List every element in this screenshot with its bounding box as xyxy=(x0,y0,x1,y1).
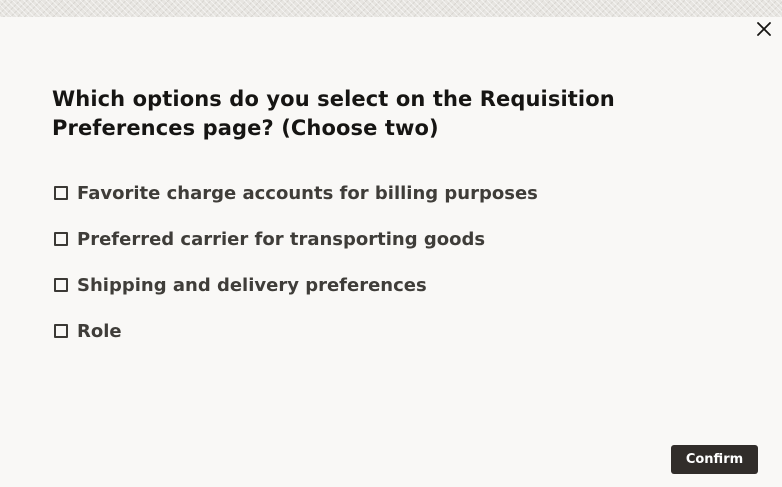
checkbox[interactable] xyxy=(54,324,68,338)
option-label: Role xyxy=(77,320,122,342)
close-button[interactable] xyxy=(752,17,776,41)
option-favorite-charge-accounts[interactable]: Favorite charge accounts for billing pur… xyxy=(52,180,538,206)
confirm-button[interactable]: Confirm xyxy=(671,445,758,474)
option-label: Preferred carrier for transporting goods xyxy=(77,228,486,250)
option-shipping-delivery[interactable]: Shipping and delivery preferences xyxy=(52,272,538,298)
checkbox[interactable] xyxy=(54,186,68,200)
quiz-dialog: Which options do you select on the Requi… xyxy=(0,17,782,487)
question-text: Which options do you select on the Requi… xyxy=(52,87,615,140)
checkbox[interactable] xyxy=(54,278,68,292)
background-pattern-strip xyxy=(0,0,782,17)
checkbox[interactable] xyxy=(54,232,68,246)
option-label: Shipping and delivery preferences xyxy=(77,274,427,296)
option-label: Favorite charge accounts for billing pur… xyxy=(77,182,538,204)
close-icon xyxy=(757,22,771,36)
option-preferred-carrier[interactable]: Preferred carrier for transporting goods xyxy=(52,226,538,252)
option-role[interactable]: Role xyxy=(52,318,538,344)
options-list: Favorite charge accounts for billing pur… xyxy=(52,180,538,364)
